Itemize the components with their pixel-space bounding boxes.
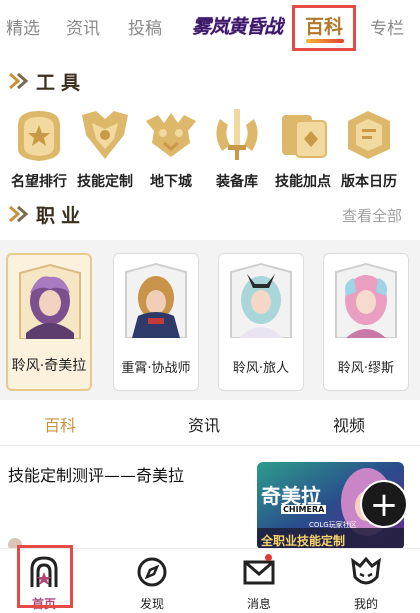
highlight-box-home [17,545,73,608]
thumbnail-subtitle: CHIMERA [281,505,327,514]
class-portrait [19,263,81,339]
skill-emblem-icon [82,111,128,159]
article-title[interactable]: 技能定制测评——奇美拉 [8,462,184,486]
double-chevron-icon [9,72,29,90]
view-all-link[interactable]: 查看全部 [342,205,402,226]
tab-submit[interactable]: 投稿 [128,14,162,39]
trophy-shield-icon [18,111,60,161]
subtab-video[interactable]: 视频 [333,412,365,436]
dungeon-icon [146,113,196,157]
class-name: 聆风·缪斯 [337,361,395,376]
class-portrait [230,262,292,338]
class-card-strip[interactable]: 聆风·奇美拉 重霄·协战师 聆风·旅人 聆风·缪斯 [0,240,420,400]
class-section-header: 职业 [8,199,86,229]
tab-column[interactable]: 专栏 [370,14,404,39]
calendar-book-icon [348,111,390,159]
highlight-box-tab [292,5,356,51]
nav-label: 我的 [353,597,378,611]
tools-section-header: 工具 [8,66,86,96]
class-name: 聆风·旅人 [232,361,290,376]
nav-label: 消息 [246,597,271,611]
profile-mask-icon [351,556,381,585]
tab-news[interactable]: 资讯 [66,14,100,39]
nav-profile[interactable]: 我的 [331,555,401,612]
sword-wings-icon [216,109,258,160]
sub-tab-bar: 百科 资讯 视频 [0,400,420,446]
compass-icon [137,557,167,587]
class-card-traveler[interactable]: 聆风·旅人 [218,253,304,391]
nav-label: 发现 [139,597,164,611]
thumbnail-badge: COLG玩家社区 [309,521,357,529]
thumbnail-banner: 全职业技能定制 [261,534,346,548]
class-portrait [125,262,187,338]
class-portrait [335,262,397,338]
class-title: 职业 [36,204,87,227]
subtab-news[interactable]: 资讯 [188,412,220,436]
class-name: 聆风·奇美拉 [11,358,87,374]
tool-label: 版本日历 [341,174,397,190]
message-notification-dot [265,554,272,561]
nav-discover[interactable]: 发现 [117,555,187,612]
class-name: 重霄·协战师 [121,361,191,376]
envelope-icon [243,560,275,585]
tool-version-calendar[interactable]: 版本日历 [330,105,408,191]
subtab-encyclopedia[interactable]: 百科 [44,412,76,436]
class-card-chimera[interactable]: 聆风·奇美拉 [6,253,92,391]
tab-featured[interactable]: 精选 [6,14,40,39]
class-card-cosupport[interactable]: 重霄·协战师 [113,253,199,391]
top-tab-bar: 精选 资讯 投稿 雾岚黄昏战 百科 专栏 [0,0,420,50]
event-logo[interactable]: 雾岚黄昏战 [192,12,283,39]
double-chevron-icon [9,205,29,223]
tools-title: 工具 [36,71,87,94]
class-card-muse[interactable]: 聆风·缪斯 [323,253,409,391]
add-post-button[interactable]: + [360,480,408,528]
nav-messages[interactable]: 消息 [224,555,294,612]
skill-cards-icon [282,115,327,158]
